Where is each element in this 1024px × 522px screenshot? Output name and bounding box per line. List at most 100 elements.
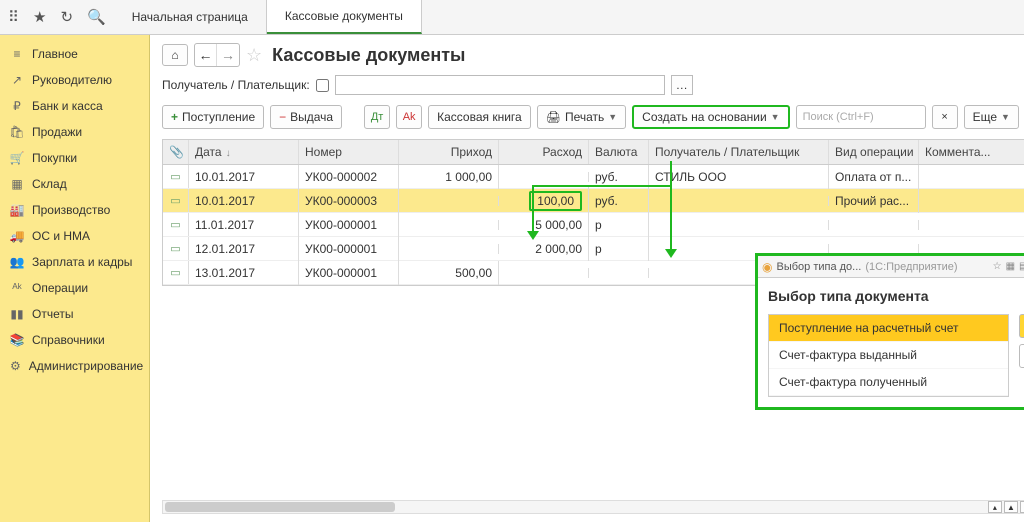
plus-icon: +	[171, 110, 178, 124]
cell-number: УК00-000003	[299, 189, 399, 213]
sidebar-item-reports[interactable]: ▮▮Отчеты	[0, 301, 149, 327]
cashbook-button[interactable]: Кассовая книга	[428, 105, 531, 129]
tab-cash-documents[interactable]: Кассовые документы	[267, 0, 422, 34]
horizontal-scrollbar[interactable]: ▴ ▲ ▼ ▾	[162, 500, 1024, 514]
table-row[interactable]: ▭11.01.2017УК00-0000015 000,00р	[163, 213, 1024, 237]
highlighted-value: 100,00	[529, 191, 582, 211]
sidebar-item-label: Администрирование	[29, 359, 143, 373]
factory-icon: 🏭	[10, 203, 24, 217]
arrow-head-icon	[527, 231, 539, 240]
table-row[interactable]: ▭10.01.2017УК00-000003100,00руб.Прочий р…	[163, 189, 1024, 213]
sidebar-item-references[interactable]: 📚Справочники	[0, 327, 149, 353]
list-item[interactable]: Счет-фактура выданный	[769, 342, 1008, 369]
filter-input[interactable]	[335, 75, 665, 95]
filter-select-button[interactable]: …	[671, 75, 693, 95]
cell-currency	[589, 268, 649, 278]
apps-icon[interactable]: ⠿	[8, 8, 19, 26]
list-item[interactable]: Поступление на расчетный счет	[769, 315, 1008, 342]
cell-income	[399, 196, 499, 206]
col-payer[interactable]: Получатель / Плательщик	[649, 140, 829, 164]
document-type-list: Поступление на расчетный счет Счет-факту…	[768, 314, 1009, 397]
sidebar-item-operations[interactable]: ᴬᵏОперации	[0, 275, 149, 301]
filter-checkbox[interactable]	[316, 79, 329, 92]
cell-expense	[499, 172, 589, 182]
scroll-thumb[interactable]	[165, 502, 395, 512]
sidebar-item-production[interactable]: 🏭Производство	[0, 197, 149, 223]
cell-comment	[919, 244, 1024, 254]
sidebar-item-label: Главное	[32, 47, 78, 61]
toolbar: +Поступление −Выдача Дт Ak Кассовая книг…	[162, 105, 1024, 129]
cell-income: 1 000,00	[399, 165, 499, 189]
post-button[interactable]: Дт	[364, 105, 390, 129]
popup-heading: Выбор типа документа	[768, 288, 1024, 304]
caret-down-icon: ▼	[771, 112, 780, 122]
history-icon[interactable]: ↻	[60, 8, 73, 26]
tb-icon[interactable]: ▤	[1019, 261, 1024, 272]
forward-button[interactable]: →	[217, 44, 239, 66]
sidebar-item-admin[interactable]: ⚙Администрирование	[0, 353, 149, 379]
expense-button[interactable]: −Выдача	[270, 105, 342, 129]
placeholder-text: Поиск (Ctrl+F)	[803, 111, 874, 123]
sidebar-item-bank[interactable]: ₽Банк и касса	[0, 93, 149, 119]
search-input[interactable]: Поиск (Ctrl+F)	[796, 105, 926, 129]
create-based-button[interactable]: Создать на основании ▼	[632, 105, 789, 129]
chart-icon: ↗	[10, 73, 24, 87]
print-button[interactable]: 🖨Печать▼	[537, 105, 626, 129]
list-item[interactable]: Счет-фактура полученный	[769, 369, 1008, 396]
page-title: Кассовые документы	[272, 45, 465, 66]
tb-icon[interactable]: ▦	[1006, 261, 1015, 272]
star-icon[interactable]: ☆	[246, 45, 262, 66]
cancel-button[interactable]: Отмена	[1019, 344, 1024, 368]
sidebar-item-payroll[interactable]: 👥Зарплата и кадры	[0, 249, 149, 275]
col-number[interactable]: Номер	[299, 140, 399, 164]
topbar: ⠿ ★ ↻ 🔍 Начальная страница Кассовые доку…	[0, 0, 1024, 35]
cell-date: 10.01.2017	[189, 165, 299, 189]
truck-icon: 🚚	[10, 229, 24, 243]
favorite-icon[interactable]: ★	[33, 8, 46, 26]
col-comment[interactable]: Коммента...	[919, 140, 1024, 164]
col-currency[interactable]: Валюта	[589, 140, 649, 164]
sidebar-item-main[interactable]: ≡Главное	[0, 41, 149, 67]
scroll-down-button[interactable]: ▼	[1020, 501, 1024, 513]
sidebar-item-assets[interactable]: 🚚ОС и НМА	[0, 223, 149, 249]
search-icon[interactable]: 🔍	[87, 8, 106, 26]
cart-icon: 🛒	[10, 151, 24, 165]
button-label: Создать на основании	[642, 110, 767, 124]
col-date[interactable]: Дата↓	[189, 140, 299, 164]
cell-comment	[919, 220, 1024, 230]
tb-icon[interactable]: ☆	[993, 261, 1002, 272]
scroll-top-button[interactable]: ▴	[988, 501, 1002, 513]
app-icon: ◉	[762, 260, 772, 274]
unpost-button[interactable]: Ak	[396, 105, 422, 129]
people-icon: 👥	[10, 255, 24, 269]
scroll-end-buttons: ▴ ▲ ▼ ▾	[988, 501, 1024, 513]
sidebar: ≡Главное ↗ Руководителю ₽Банк и касса 🛍Пр…	[0, 35, 150, 522]
back-button[interactable]: ←	[195, 44, 217, 66]
col-operation[interactable]: Вид операции	[829, 140, 919, 164]
col-income[interactable]: Приход	[399, 140, 499, 164]
cell-operation	[829, 244, 919, 254]
home-button[interactable]: ⌂	[162, 44, 188, 66]
cell-expense: 5 000,00	[499, 213, 589, 237]
sidebar-item-manager[interactable]: ↗ Руководителю	[0, 67, 149, 93]
cell-operation: Оплата от п...	[829, 165, 919, 189]
receipt-button[interactable]: +Поступление	[162, 105, 264, 129]
nav-row: ⌂ ← → ☆ Кассовые документы ×	[162, 43, 1024, 67]
sidebar-item-label: Справочники	[32, 333, 105, 347]
sidebar-item-warehouse[interactable]: ▦Склад	[0, 171, 149, 197]
tab-home[interactable]: Начальная страница	[114, 0, 267, 34]
ok-button[interactable]: ОК	[1019, 314, 1024, 338]
clear-search-button[interactable]: ×	[932, 105, 958, 129]
sidebar-item-purchases[interactable]: 🛒Покупки	[0, 145, 149, 171]
popup-buttons: ОК Отмена	[1019, 314, 1024, 397]
col-expense[interactable]: Расход	[499, 140, 589, 164]
sidebar-item-label: Продажи	[32, 125, 82, 139]
sidebar-item-label: Руководителю	[32, 73, 112, 87]
popup-titlebar[interactable]: ◉ Выбор типа до... (1С:Предприятие) ☆ ▦ …	[758, 256, 1024, 278]
more-button[interactable]: Еще▼	[964, 105, 1019, 129]
annotation-line	[532, 185, 534, 233]
sidebar-item-sales[interactable]: 🛍Продажи	[0, 119, 149, 145]
col-label: Дата	[195, 145, 222, 159]
scroll-up-button[interactable]: ▲	[1004, 501, 1018, 513]
col-attachment[interactable]: 📎	[163, 140, 189, 164]
